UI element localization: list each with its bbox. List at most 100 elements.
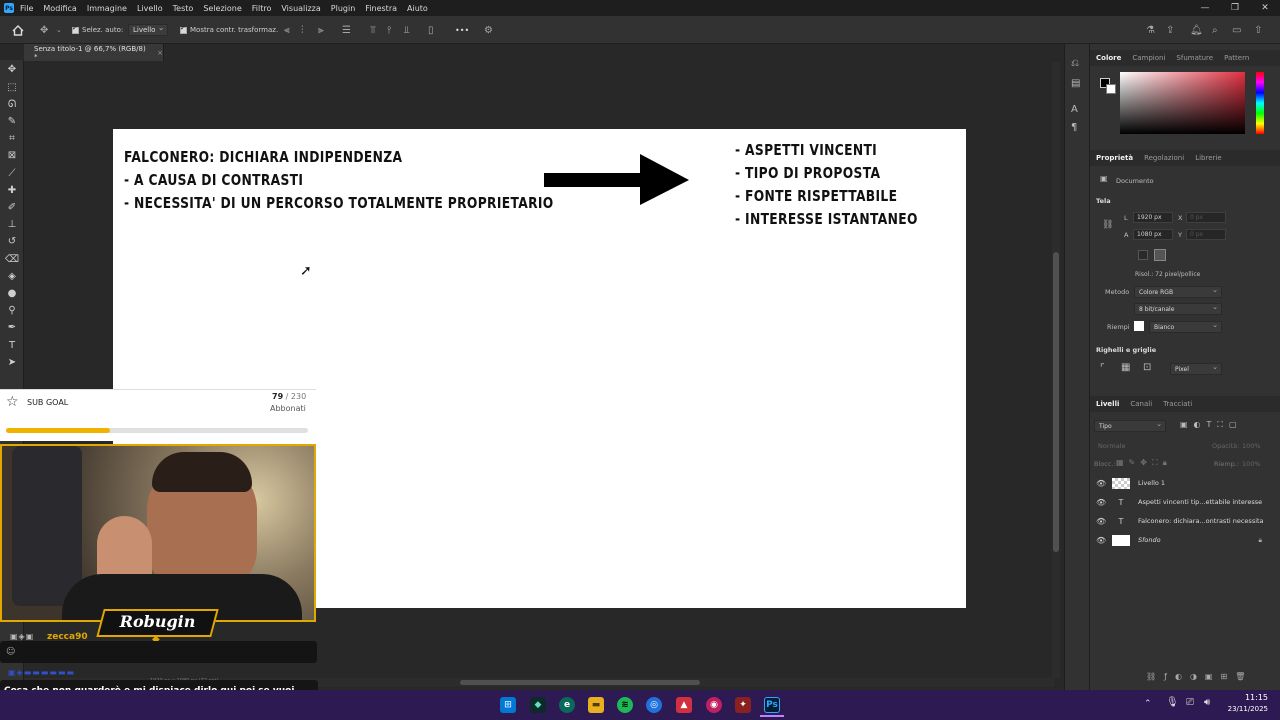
menu-file[interactable]: File [20, 4, 33, 13]
more-options-button[interactable]: ••• [455, 16, 469, 44]
comments-panel-icon[interactable]: ▤ [1071, 78, 1080, 89]
layer-filter-icons[interactable]: ▣◐T⛶▢ [1180, 420, 1243, 430]
menu-filtro[interactable]: Filtro [252, 4, 272, 13]
file-explorer-icon[interactable]: ▬ [588, 697, 604, 713]
menu-modifica[interactable]: Modifica [43, 4, 76, 13]
layer-row[interactable]: 👁︎ T Falconero: dichiara...ontrasti nece… [1090, 512, 1280, 530]
scrollbar-thumb[interactable] [460, 680, 700, 685]
tab-colore[interactable]: Colore [1096, 54, 1121, 62]
menu-selezione[interactable]: Selezione [203, 4, 241, 13]
bell-icon[interactable]: 🔔︎ [1190, 16, 1203, 44]
y-field[interactable]: 0 px [1186, 229, 1226, 240]
eye-icon[interactable]: 👁︎ [1096, 536, 1106, 545]
blend-mode-dropdown[interactable]: Normale [1098, 442, 1126, 450]
auto-select-dropdown[interactable]: Livello [128, 16, 169, 44]
eye-icon[interactable]: 👁︎ [1096, 498, 1106, 507]
distribute-vertical-icon[interactable]: ▯ [428, 16, 434, 44]
volume-icon[interactable]: 🔊︎ [1204, 697, 1210, 708]
rulers-section-title[interactable]: Righelli e griglie [1096, 346, 1156, 354]
share-icon[interactable]: ⇪ [1166, 16, 1174, 44]
windows-start-icon[interactable]: ⊞ [500, 697, 516, 713]
share-upload-icon[interactable]: ⇧ [1254, 16, 1262, 44]
link-icon[interactable]: ⛓ [1102, 220, 1113, 230]
align-right-icon[interactable]: ⫸ [318, 16, 324, 44]
align-top-icon[interactable]: ⫪ [370, 16, 376, 44]
tab-canali[interactable]: Canali [1130, 400, 1152, 408]
type-tool-icon[interactable]: T [4, 338, 20, 352]
vertical-scrollbar[interactable] [1052, 62, 1060, 678]
units-dropdown[interactable]: Pixel [1170, 363, 1222, 375]
gradient-tool-icon[interactable]: ◈ [4, 269, 20, 283]
app-icon[interactable]: ✦ [735, 697, 751, 713]
tab-pattern[interactable]: Pattern [1224, 54, 1249, 62]
slide-left-line-2[interactable]: - NECESSITA' DI UN PERCORSO TOTALMENTE P… [124, 194, 554, 212]
hue-slider[interactable] [1256, 72, 1264, 134]
app-icon[interactable]: ◉ [706, 697, 722, 713]
app-icon[interactable]: ◎ [646, 697, 662, 713]
lock-icons[interactable]: ▦✎✥⛶🔒︎ [1116, 458, 1172, 468]
canvas-section-title[interactable]: Tela [1096, 197, 1111, 205]
quick-select-tool-icon[interactable]: ✎ [4, 114, 20, 128]
blur-tool-icon[interactable]: ● [4, 286, 20, 300]
character-panel-icon[interactable]: A [1071, 104, 1078, 115]
crop-tool-icon[interactable]: ⌗ [4, 131, 20, 145]
slide-left-title[interactable]: FALCONERO: DICHIARA INDIPENDENZA [124, 148, 402, 166]
align-left-icon[interactable]: ⫷ [284, 16, 290, 44]
fill-swatch[interactable] [1134, 321, 1144, 331]
layer-row[interactable]: 👁︎ T Aspetti vincenti tip...ettabile int… [1090, 493, 1280, 511]
game-icon[interactable]: ▲ [676, 697, 692, 713]
grid-icon[interactable]: ▦ [1121, 362, 1130, 373]
eraser-tool-icon[interactable]: ⌫ [4, 252, 20, 266]
tab-document[interactable]: Senza titolo-1 @ 66,7% (RGB/8) * × [24, 44, 164, 61]
clock-date[interactable]: 23/11/2025 [1222, 705, 1268, 713]
scrollbar-thumb[interactable] [1053, 252, 1059, 552]
flask-icon[interactable]: ⚗ [1146, 16, 1155, 44]
paragraph-panel-icon[interactable]: ¶ [1071, 122, 1077, 133]
path-select-tool-icon[interactable]: ➤ [4, 355, 20, 369]
fill-opacity-value[interactable]: 100% [1242, 460, 1261, 468]
close-icon[interactable]: × [157, 49, 163, 57]
photoshop-taskbar-icon[interactable]: Ps [764, 697, 780, 713]
clock-time[interactable]: 11:15 [1240, 693, 1268, 702]
ruler-icon[interactable]: ⌜ [1100, 363, 1105, 374]
menu-immagine[interactable]: Immagine [87, 4, 127, 13]
eyedropper-tool-icon[interactable]: ⟋ [4, 166, 20, 180]
gear-icon[interactable]: ⚙ [484, 16, 493, 44]
align-center-icon[interactable]: ⫶ [301, 16, 304, 44]
stamp-tool-icon[interactable]: ⊥ [4, 217, 20, 231]
edge-browser-icon[interactable]: e [559, 697, 575, 713]
menu-visualizza[interactable]: Visualizza [281, 4, 320, 13]
opacity-value[interactable]: 100% [1242, 442, 1261, 450]
frame-tool-icon[interactable]: ⊠ [4, 148, 20, 162]
tab-campioni[interactable]: Campioni [1132, 54, 1165, 62]
slide-right-line-1[interactable]: - TIPO DI PROPOSTA [735, 164, 880, 182]
landscape-icon[interactable] [1154, 249, 1166, 261]
lasso-tool-icon[interactable]: ᘏ [4, 97, 20, 111]
microphone-icon[interactable]: 🎙︎ [1166, 697, 1179, 708]
workspace-icon[interactable]: ▭ [1232, 16, 1241, 44]
menu-testo[interactable]: Testo [173, 4, 194, 13]
close-window-button[interactable]: ✕ [1250, 0, 1280, 16]
tab-proprieta[interactable]: Proprietà [1096, 154, 1133, 162]
dodge-tool-icon[interactable]: ⚲ [4, 303, 20, 317]
height-field[interactable]: 1080 px [1133, 229, 1173, 240]
tab-livelli[interactable]: Livelli [1096, 400, 1119, 408]
menu-plugin[interactable]: Plugin [331, 4, 356, 13]
network-icon[interactable]: ⎚ [1186, 697, 1194, 708]
slide-left-line-1[interactable]: - A CAUSA DI CONTRASTI [124, 171, 303, 189]
tab-regolazioni[interactable]: Regolazioni [1144, 154, 1184, 162]
app-icon[interactable]: ◆ [530, 697, 546, 713]
color-mode-dropdown[interactable]: Colore RGB [1134, 286, 1222, 298]
slide-right-line-0[interactable]: - ASPETTI VINCENTI [735, 141, 877, 159]
tab-sfumature[interactable]: Sfumature [1176, 54, 1213, 62]
show-transform-checkbox[interactable]: Mostra contr. trasformaz. [180, 16, 278, 44]
layer-row[interactable]: 👁︎ Sfondo 🔒︎ [1090, 531, 1280, 549]
tab-librerie[interactable]: Librerie [1195, 154, 1221, 162]
align-bottom-icon[interactable]: ⫫ [404, 16, 410, 44]
layer-actions-icons[interactable]: ⛓ƒ◐◑▣⊞🗑︎ [1146, 672, 1253, 681]
portrait-icon[interactable] [1138, 250, 1148, 260]
tab-tracciati[interactable]: Tracciati [1163, 400, 1192, 408]
restore-button[interactable]: ❐ [1220, 0, 1250, 16]
marquee-tool-icon[interactable]: ⬚ [4, 80, 20, 94]
background-color-swatch[interactable] [1106, 84, 1116, 94]
